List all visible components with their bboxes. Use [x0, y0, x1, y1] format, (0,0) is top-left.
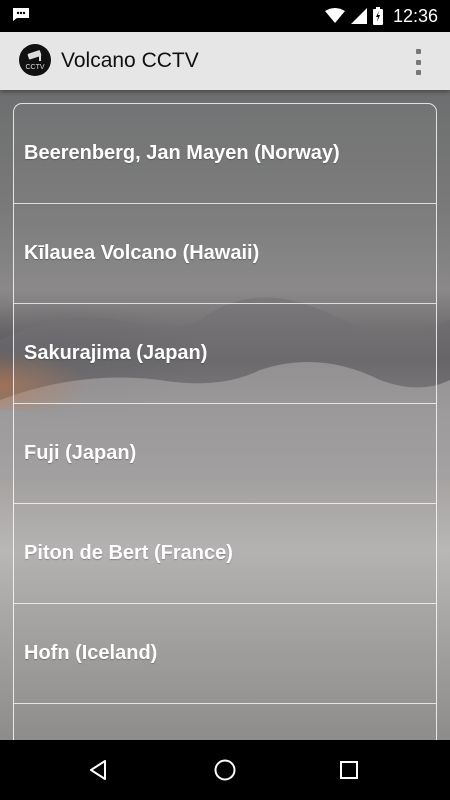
list-item-label: Piton de Bert (France) — [24, 542, 233, 564]
back-icon — [90, 760, 106, 780]
list-item-label: Hofn (Iceland) — [24, 642, 158, 664]
battery-icon — [372, 7, 383, 25]
volcano-list: Beerenberg, Jan Mayen (Norway) Kīlauea V… — [13, 103, 437, 765]
list-item[interactable]: Hofn (Iceland) — [14, 604, 436, 704]
home-icon — [214, 759, 236, 781]
status-bar: 12:36 — [0, 0, 450, 32]
home-button[interactable] — [195, 740, 255, 800]
recents-icon — [340, 761, 358, 779]
status-time: 12:36 — [392, 5, 438, 26]
overflow-menu-icon[interactable] — [414, 49, 422, 75]
list-item[interactable]: Sakurajima (Japan) — [14, 304, 436, 404]
list-item[interactable]: Beerenberg, Jan Mayen (Norway) — [14, 104, 436, 204]
list-item[interactable]: Piton de Bert (France) — [14, 504, 436, 604]
list-item[interactable]: Fuji (Japan) — [14, 404, 436, 504]
list-item[interactable]: Kīlauea Volcano (Hawaii) — [14, 204, 436, 304]
chat-notification-icon — [13, 8, 29, 21]
logo-text: CCTV — [25, 64, 44, 71]
app-title: Volcano CCTV — [61, 49, 199, 72]
signal-icon — [350, 8, 367, 24]
app-bar: CCTV Volcano CCTV — [0, 32, 450, 90]
wifi-icon — [324, 8, 345, 23]
cctv-camera-icon: CCTV — [25, 50, 45, 71]
back-button[interactable] — [68, 740, 128, 800]
list-item-label: Fuji (Japan) — [24, 442, 137, 464]
navigation-bar — [0, 740, 450, 800]
list-item-label: Kīlauea Volcano (Hawaii) — [24, 242, 260, 264]
list-item-label: Beerenberg, Jan Mayen (Norway) — [24, 142, 340, 164]
recents-button[interactable] — [319, 740, 379, 800]
status-icons: 12:36 — [324, 0, 438, 32]
list-item-label: Sakurajima (Japan) — [24, 342, 208, 364]
cctv-camera-logo: CCTV — [19, 44, 51, 76]
